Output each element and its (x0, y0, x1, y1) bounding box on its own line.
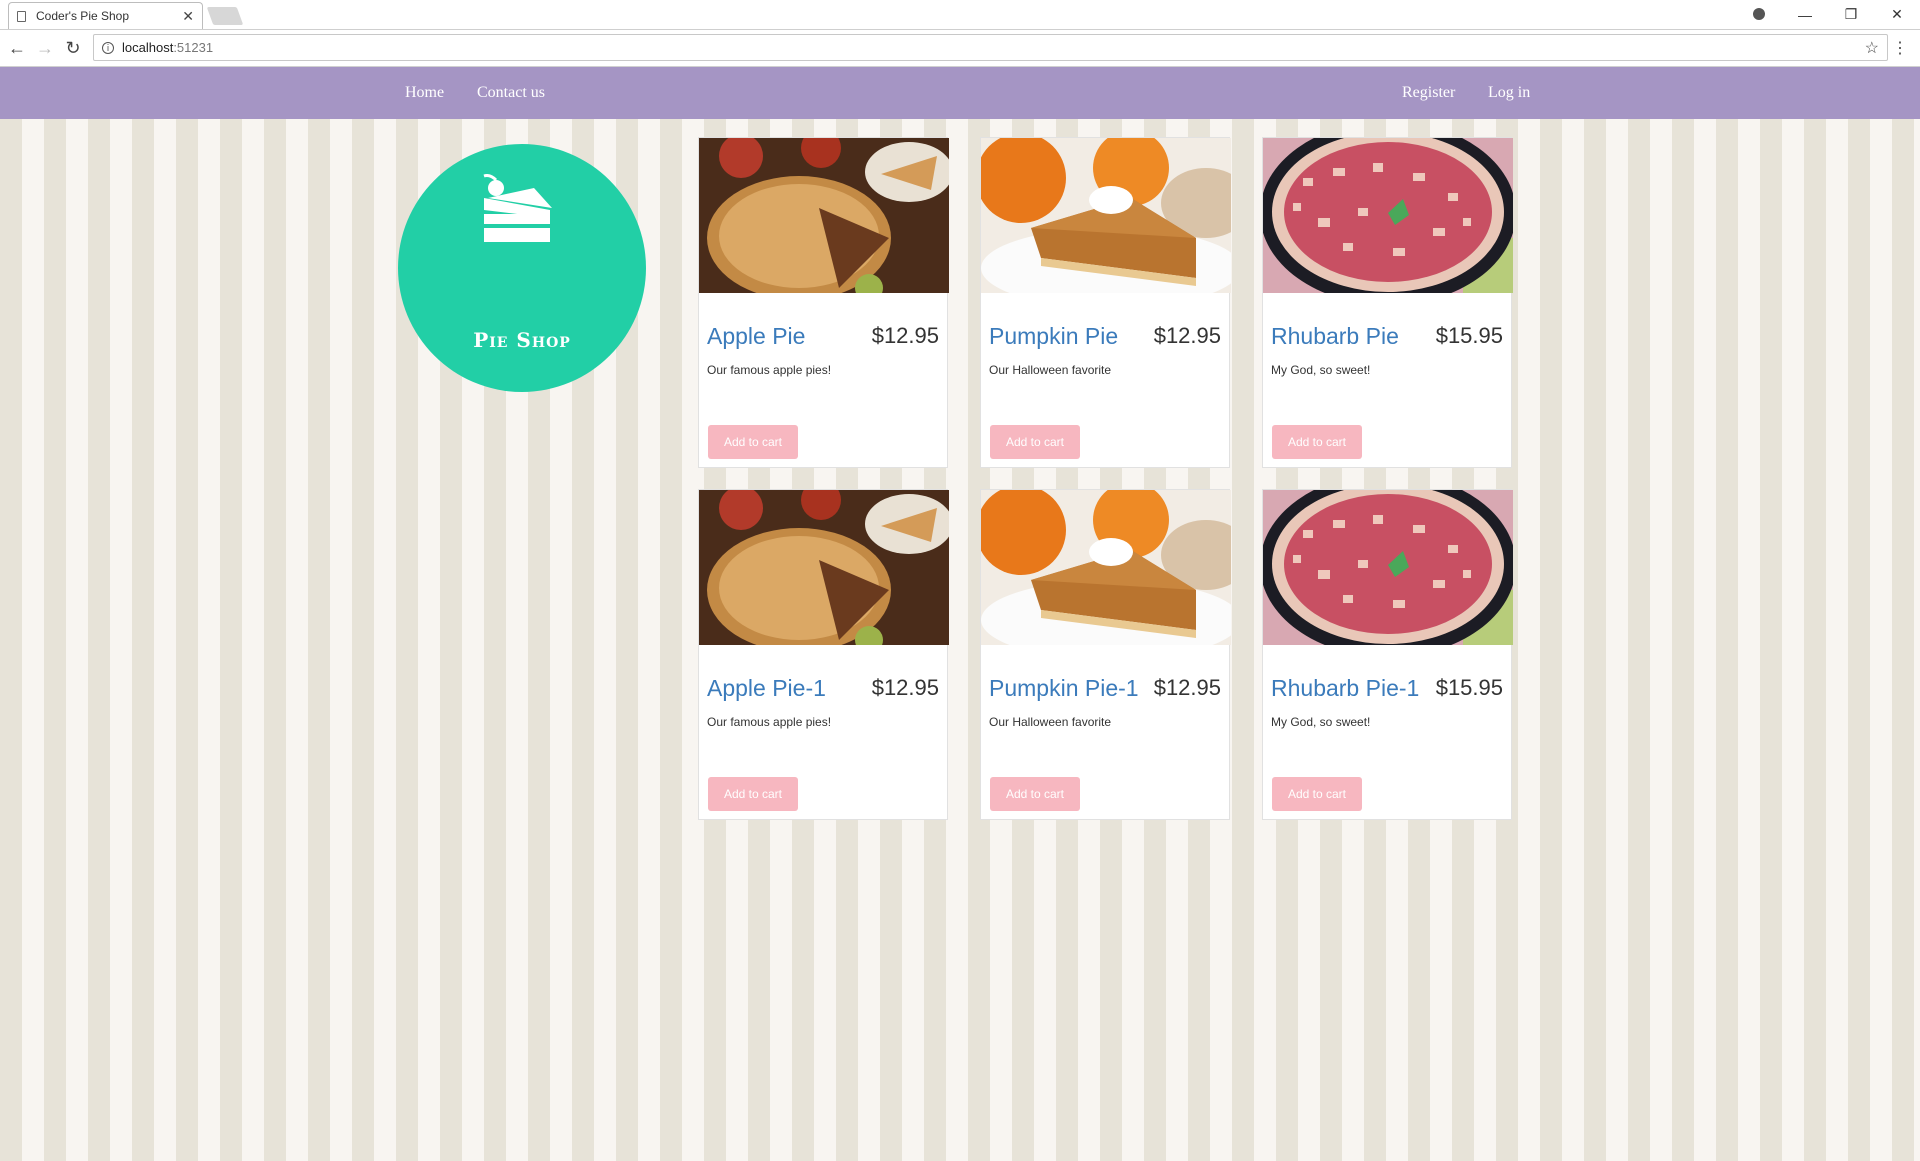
pumpkin-pie-image[interactable] (981, 138, 1231, 293)
add-to-cart-button[interactable]: Add to cart (990, 777, 1080, 811)
page-icon (17, 10, 26, 22)
product-price: $15.95 (1435, 323, 1503, 348)
url-port: :51231 (173, 40, 214, 55)
add-to-cart-button[interactable]: Add to cart (1272, 425, 1362, 459)
reload-icon[interactable]: ↻ (62, 38, 84, 59)
info-icon[interactable]: i (102, 41, 114, 54)
nav-contact-link[interactable]: Contact us (477, 84, 545, 102)
apple-pie-image[interactable] (699, 490, 949, 645)
site-navbar: Home Contact us Register Log in (0, 67, 1920, 119)
url-host: localhost (122, 40, 174, 55)
product-price: $12.95 (871, 323, 939, 348)
nav-register-link[interactable]: Register (1402, 84, 1455, 102)
add-to-cart-button[interactable]: Add to cart (1272, 777, 1362, 811)
bookmark-star-icon[interactable]: ☆ (1865, 38, 1879, 58)
pie-shop-logo[interactable]: Pie Shop (398, 144, 646, 392)
browser-toolbar: ← → ↻ i localhost:51231 ☆ ⋮ (0, 30, 1920, 67)
browser-tabstrip: Coder's Pie Shop ✕ — ❐ ✕ (0, 0, 1920, 30)
product-name[interactable]: Apple Pie (707, 323, 805, 350)
product-card: Rhubarb Pie-1 $15.95 My God, so sweet! A… (1262, 489, 1513, 820)
product-description: My God, so sweet! (1271, 715, 1371, 729)
product-description: My God, so sweet! (1271, 363, 1371, 377)
minimize-icon[interactable]: — (1782, 7, 1828, 23)
product-price: $12.95 (1153, 675, 1221, 700)
nav-home-link[interactable]: Home (405, 84, 444, 102)
product-price: $12.95 (1153, 323, 1221, 348)
apple-pie-image[interactable] (699, 138, 949, 293)
back-icon[interactable]: ← (6, 38, 28, 59)
product-description: Our famous apple pies! (707, 363, 832, 377)
product-name[interactable]: Rhubarb Pie-1 (1271, 675, 1419, 702)
logo-text: Pie Shop (473, 328, 571, 352)
add-to-cart-button[interactable]: Add to cart (708, 425, 798, 459)
tab-title: Coder's Pie Shop (36, 9, 130, 23)
product-price: $12.95 (871, 675, 939, 700)
pumpkin-pie-image[interactable] (981, 490, 1231, 645)
page-content: Pie Shop Apple Pie $12.95 Our famous app… (0, 119, 1920, 1161)
browser-tab[interactable]: Coder's Pie Shop ✕ (8, 2, 203, 29)
restore-icon[interactable]: ❐ (1828, 6, 1874, 23)
add-to-cart-button[interactable]: Add to cart (990, 425, 1080, 459)
close-window-icon[interactable]: ✕ (1874, 6, 1920, 23)
profile-icon[interactable] (1736, 7, 1782, 23)
product-card: Apple Pie-1 $12.95 Our famous apple pies… (698, 489, 949, 820)
pie-slice-icon (483, 174, 552, 242)
close-tab-icon[interactable]: ✕ (182, 8, 194, 25)
add-to-cart-button[interactable]: Add to cart (708, 777, 798, 811)
rhubarb-pie-image[interactable] (1263, 138, 1513, 293)
window-controls: — ❐ ✕ (1736, 0, 1920, 29)
forward-icon[interactable]: → (34, 38, 56, 59)
product-name[interactable]: Pumpkin Pie-1 (989, 675, 1139, 702)
nav-login-link[interactable]: Log in (1488, 84, 1530, 102)
rhubarb-pie-image[interactable] (1263, 490, 1513, 645)
product-description: Our famous apple pies! (707, 715, 832, 729)
product-name[interactable]: Pumpkin Pie (989, 323, 1118, 350)
product-price: $15.95 (1435, 675, 1503, 700)
product-card: Pumpkin Pie-1 $12.95 Our Halloween favor… (980, 489, 1231, 820)
browser-menu-icon[interactable]: ⋮ (1892, 38, 1908, 58)
address-bar[interactable]: i localhost:51231 ☆ (93, 34, 1888, 61)
product-name[interactable]: Apple Pie-1 (707, 675, 826, 702)
product-card: Rhubarb Pie $15.95 My God, so sweet! Add… (1262, 137, 1513, 468)
product-name[interactable]: Rhubarb Pie (1271, 323, 1399, 350)
product-card: Apple Pie $12.95 Our famous apple pies! … (698, 137, 949, 468)
new-tab-button[interactable] (206, 7, 244, 25)
product-card: Pumpkin Pie $12.95 Our Halloween favorit… (980, 137, 1231, 468)
product-description: Our Halloween favorite (989, 715, 1112, 729)
product-description: Our Halloween favorite (989, 363, 1112, 377)
